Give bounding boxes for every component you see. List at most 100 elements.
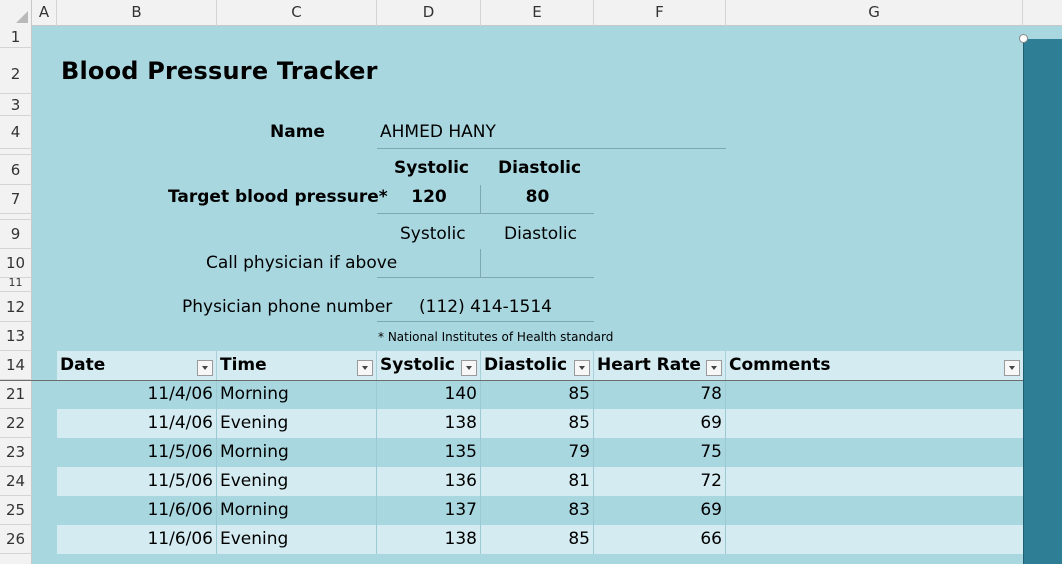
diastolic-cell[interactable]: 85 [481,380,594,409]
time-cell[interactable]: Morning [217,496,377,525]
systolic-cell[interactable]: 136 [377,467,481,496]
filter-dropdown-icon[interactable] [197,360,213,376]
table-header-comments-label: Comments [729,355,831,375]
target-label: Target blood pressure* [168,187,388,207]
column-header-g[interactable]: G [726,0,1023,26]
row-header-10[interactable]: 10 [0,249,32,278]
heart-rate-cell[interactable]: 78 [594,380,726,409]
row-header-2[interactable]: 2 [0,48,32,94]
table-header-date[interactable]: Date [57,351,217,380]
date-cell[interactable]: 11/4/06 [57,409,217,438]
time-cell[interactable]: Evening [217,467,377,496]
call-diastolic-header: Diastolic [504,224,577,244]
table-row: 11/5/06 Morning 135 79 75 [57,438,1023,467]
table-header-heart-rate[interactable]: Heart Rate [594,351,726,380]
column-header-b[interactable]: B [57,0,217,26]
resize-handle-icon[interactable] [1019,34,1028,43]
table-header-systolic-label: Systolic [380,355,455,375]
target-diastolic-cell[interactable]: 80 [481,187,594,207]
column-header-a[interactable]: A [32,0,57,26]
row-header-23[interactable]: 23 [0,438,32,467]
systolic-cell[interactable]: 137 [377,496,481,525]
call-systolic-cell[interactable] [377,253,481,277]
column-header-f[interactable]: F [594,0,726,26]
comments-cell[interactable] [726,380,1023,409]
table-header-systolic[interactable]: Systolic [377,351,481,380]
comments-cell[interactable] [726,467,1023,496]
time-cell[interactable]: Evening [217,409,377,438]
table-header-time-label: Time [220,355,267,375]
filter-dropdown-icon[interactable] [357,360,373,376]
column-header-d[interactable]: D [377,0,481,26]
filter-dropdown-icon[interactable] [461,360,477,376]
diastolic-cell[interactable]: 85 [481,525,594,554]
date-cell[interactable]: 11/6/06 [57,525,217,554]
table-header-diastolic[interactable]: Diastolic [481,351,594,380]
row-header-1[interactable]: 1 [0,26,32,48]
heart-rate-cell[interactable]: 72 [594,467,726,496]
target-divider [480,185,481,214]
phone-value-cell[interactable]: (112) 414-1514 [377,297,594,317]
table-header-comments[interactable]: Comments [726,351,1023,380]
diastolic-cell[interactable]: 81 [481,467,594,496]
heart-rate-cell[interactable]: 75 [594,438,726,467]
comments-cell[interactable] [726,525,1023,554]
target-systolic-cell[interactable]: 120 [377,187,481,207]
comments-cell[interactable] [726,438,1023,467]
row-header-21[interactable]: 21 [0,380,32,409]
diastolic-cell[interactable]: 83 [481,496,594,525]
time-cell[interactable]: Evening [217,525,377,554]
heart-rate-cell[interactable]: 66 [594,525,726,554]
heart-rate-cell[interactable]: 69 [594,409,726,438]
row-header-6[interactable]: 6 [0,155,32,185]
comments-cell[interactable] [726,496,1023,525]
date-cell[interactable]: 11/5/06 [57,438,217,467]
filter-dropdown-icon[interactable] [1004,360,1020,376]
diastolic-cell[interactable]: 85 [481,409,594,438]
row-header-9[interactable]: 9 [0,220,32,249]
systolic-cell[interactable]: 140 [377,380,481,409]
select-all-icon [16,11,28,23]
sheet-title: Blood Pressure Tracker [61,57,378,85]
table-row: 11/4/06 Morning 140 85 78 [57,380,1023,409]
table-header-time[interactable]: Time [217,351,377,380]
row-header-25[interactable]: 25 [0,496,32,525]
systolic-cell[interactable]: 135 [377,438,481,467]
row-header-22[interactable]: 22 [0,409,32,438]
heart-rate-cell[interactable]: 69 [594,496,726,525]
column-header-c[interactable]: C [217,0,377,26]
row-header-27[interactable] [0,554,32,564]
target-systolic-header: Systolic [394,158,469,178]
row-header-14[interactable]: 14 [0,351,32,380]
diastolic-cell[interactable]: 79 [481,438,594,467]
side-panel-shape[interactable] [1023,39,1062,564]
date-cell[interactable]: 11/4/06 [57,380,217,409]
table-header-heart-rate-label: Heart Rate [597,355,701,375]
column-header-e[interactable]: E [481,0,594,26]
date-cell[interactable]: 11/5/06 [57,467,217,496]
date-cell[interactable]: 11/6/06 [57,496,217,525]
row-header-26[interactable]: 26 [0,525,32,554]
filter-dropdown-icon[interactable] [574,360,590,376]
row-header-12[interactable]: 12 [0,292,32,322]
time-cell[interactable]: Morning [217,438,377,467]
name-underline [377,148,726,149]
call-systolic-header: Systolic [400,224,466,244]
call-label: Call physician if above [206,253,398,273]
filter-dropdown-icon[interactable] [706,360,722,376]
row-header-7[interactable]: 7 [0,185,32,214]
comments-cell[interactable] [726,409,1023,438]
row-header-4[interactable]: 4 [0,116,32,149]
time-cell[interactable]: Morning [217,380,377,409]
row-header-3[interactable]: 3 [0,94,32,116]
systolic-cell[interactable]: 138 [377,525,481,554]
row-header-13[interactable]: 13 [0,322,32,351]
select-all-corner[interactable] [0,0,32,26]
target-diastolic-header: Diastolic [498,158,582,178]
name-value-cell[interactable]: AHMED HANY [380,122,496,142]
row-header-11[interactable]: 11 [0,278,32,292]
call-diastolic-cell[interactable] [481,253,594,277]
row-header-24[interactable]: 24 [0,467,32,496]
phone-underline [377,321,594,322]
systolic-cell[interactable]: 138 [377,409,481,438]
